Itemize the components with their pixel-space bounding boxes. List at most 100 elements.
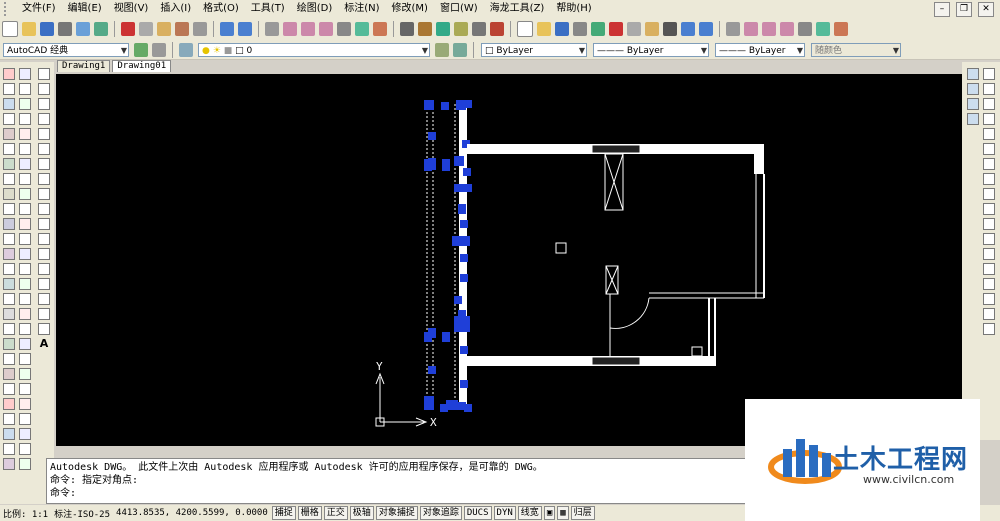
cut-icon[interactable] bbox=[609, 22, 623, 36]
hailong-tool-icon[interactable] bbox=[472, 22, 486, 36]
construction-line-icon[interactable] bbox=[38, 83, 50, 95]
polygon-icon[interactable] bbox=[38, 113, 50, 125]
dyn-toggle[interactable]: DYN bbox=[493, 506, 516, 520]
tab-drawing1[interactable]: Drawing1 bbox=[57, 60, 111, 72]
circle-icon[interactable] bbox=[38, 158, 50, 170]
tool-icon[interactable] bbox=[983, 143, 995, 155]
model-space-icon[interactable]: ▣ bbox=[543, 506, 556, 520]
ellipse-icon[interactable] bbox=[38, 203, 50, 215]
open-icon[interactable] bbox=[537, 22, 551, 36]
lineweight-toggle[interactable]: 线宽 bbox=[517, 506, 542, 520]
tool-icon[interactable] bbox=[19, 233, 31, 245]
pattern-icon[interactable] bbox=[3, 323, 15, 335]
multiline-text-icon[interactable]: A bbox=[38, 338, 50, 350]
pan-icon[interactable] bbox=[726, 22, 740, 36]
properties-icon[interactable] bbox=[337, 22, 351, 36]
spline-icon[interactable] bbox=[38, 188, 50, 200]
open-icon[interactable] bbox=[22, 22, 36, 36]
tool-icon[interactable] bbox=[19, 248, 31, 260]
cut-icon[interactable] bbox=[121, 22, 135, 36]
menu-format[interactable]: 格式(O) bbox=[197, 0, 245, 18]
paste-icon[interactable] bbox=[157, 22, 171, 36]
tool-icon[interactable] bbox=[19, 98, 31, 110]
workspace-settings-icon[interactable] bbox=[134, 42, 148, 57]
workspace-save-icon[interactable] bbox=[152, 42, 166, 57]
lineweight-select[interactable]: ——— ByLayer ▼ bbox=[715, 42, 805, 57]
layer-return-toggle[interactable]: 归层 bbox=[570, 506, 595, 520]
tool-icon[interactable] bbox=[3, 458, 15, 470]
move-icon[interactable] bbox=[3, 143, 15, 155]
tool-icon[interactable] bbox=[967, 113, 979, 125]
tool-icon[interactable] bbox=[983, 308, 995, 320]
color-select[interactable]: □ ByLayer ▼ bbox=[481, 42, 587, 57]
tool-icon[interactable] bbox=[19, 128, 31, 140]
hailong-tool-icon[interactable] bbox=[436, 22, 450, 36]
tool-icon[interactable] bbox=[983, 203, 995, 215]
zoom-window-icon[interactable] bbox=[301, 22, 315, 36]
region-icon[interactable] bbox=[38, 308, 50, 320]
tool-icon[interactable] bbox=[983, 278, 995, 290]
block-editor-icon[interactable] bbox=[193, 22, 207, 36]
command-prompt[interactable]: 命令: bbox=[50, 487, 742, 500]
break-icon[interactable] bbox=[3, 233, 15, 245]
menu-draw[interactable]: 绘图(D) bbox=[291, 0, 339, 18]
tool-icon[interactable] bbox=[983, 188, 995, 200]
pattern-icon[interactable] bbox=[3, 308, 15, 320]
menu-file[interactable]: 文件(F) bbox=[16, 0, 62, 18]
drawing-canvas[interactable]: Y X bbox=[56, 74, 963, 446]
polar-toggle[interactable]: 极轴 bbox=[349, 506, 374, 520]
save-icon[interactable] bbox=[40, 22, 54, 36]
menu-hailong-tools[interactable]: 海龙工具(Z) bbox=[484, 0, 551, 18]
tool-icon[interactable] bbox=[3, 413, 15, 425]
tool-icon[interactable] bbox=[983, 293, 995, 305]
layer-previous-icon[interactable] bbox=[453, 42, 467, 57]
zoom-realtime-icon[interactable] bbox=[744, 22, 758, 36]
undo-icon[interactable] bbox=[220, 22, 234, 36]
make-block-icon[interactable] bbox=[38, 248, 50, 260]
close-icon[interactable]: ✕ bbox=[978, 2, 994, 17]
osnap-toggle[interactable]: 对象捕捉 bbox=[375, 506, 418, 520]
arc-icon[interactable] bbox=[38, 143, 50, 155]
hailong-tool-icon[interactable] bbox=[490, 22, 504, 36]
tool-palettes-icon[interactable] bbox=[834, 22, 848, 36]
tool-icon[interactable] bbox=[19, 443, 31, 455]
tool-icon[interactable] bbox=[983, 68, 995, 80]
copy-object-icon[interactable] bbox=[3, 83, 15, 95]
menu-dimension[interactable]: 标注(N) bbox=[338, 0, 385, 18]
render-icon[interactable] bbox=[591, 22, 605, 36]
tool-icon[interactable] bbox=[983, 128, 995, 140]
tool-icon[interactable] bbox=[19, 428, 31, 440]
tool-icon[interactable] bbox=[967, 98, 979, 110]
polyline-icon[interactable] bbox=[38, 98, 50, 110]
tool-icon[interactable] bbox=[3, 443, 15, 455]
point-icon[interactable] bbox=[38, 263, 50, 275]
scale-icon[interactable] bbox=[3, 173, 15, 185]
tool-icon[interactable] bbox=[19, 113, 31, 125]
table-icon[interactable] bbox=[38, 323, 50, 335]
workspace-select[interactable]: AutoCAD 经典 ▼ bbox=[3, 42, 129, 57]
tool-icon[interactable] bbox=[19, 83, 31, 95]
new-icon[interactable] bbox=[517, 21, 533, 37]
zoom-previous-icon[interactable] bbox=[780, 22, 794, 36]
tool-icon[interactable] bbox=[19, 143, 31, 155]
redo-icon[interactable] bbox=[238, 22, 252, 36]
menu-view[interactable]: 视图(V) bbox=[108, 0, 155, 18]
print-icon[interactable] bbox=[58, 22, 72, 36]
stretch-icon[interactable] bbox=[3, 188, 15, 200]
minimize-icon[interactable]: – bbox=[934, 2, 950, 17]
tool-icon[interactable] bbox=[967, 83, 979, 95]
design-center-icon[interactable] bbox=[355, 22, 369, 36]
tool-icon[interactable] bbox=[19, 338, 31, 350]
publish-icon[interactable] bbox=[94, 22, 108, 36]
make-current-layer-icon[interactable] bbox=[435, 42, 449, 57]
preview-icon[interactable] bbox=[76, 22, 90, 36]
tool-icon[interactable] bbox=[19, 308, 31, 320]
ortho-toggle[interactable]: 正交 bbox=[323, 506, 348, 520]
tool-icon[interactable] bbox=[19, 413, 31, 425]
menu-modify[interactable]: 修改(M) bbox=[386, 0, 434, 18]
tool-icon[interactable] bbox=[19, 158, 31, 170]
cursor-coordinates[interactable]: 4413.8535, 4200.5599, 0.0000 bbox=[113, 508, 271, 518]
tool-icon[interactable] bbox=[983, 83, 995, 95]
ducs-toggle[interactable]: DUCS bbox=[463, 506, 492, 520]
tool-icon[interactable] bbox=[19, 278, 31, 290]
